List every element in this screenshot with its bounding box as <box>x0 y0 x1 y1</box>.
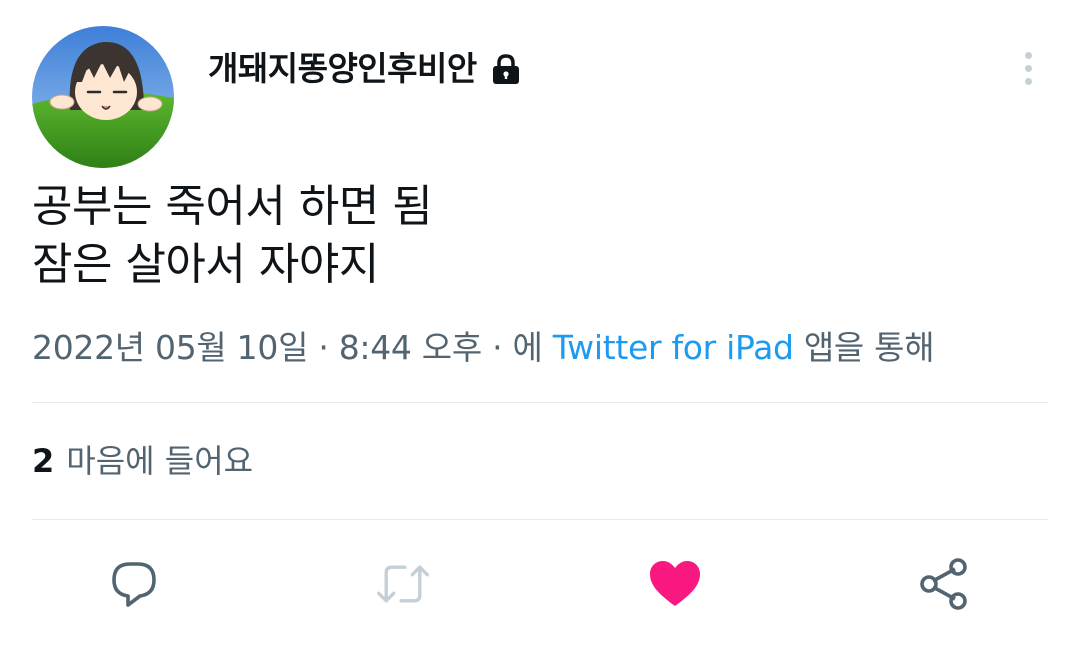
retweet-icon <box>377 565 429 603</box>
author-header[interactable]: 개돼지똥양인후비안 <box>208 48 523 90</box>
share-button[interactable] <box>916 556 972 612</box>
tweet-date[interactable]: 2022년 05월 10일 <box>32 328 308 367</box>
tweet-text-line: 공부는 죽어서 하면 됨 <box>32 181 433 232</box>
tweet-time[interactable]: 8:44 오후 <box>339 328 483 367</box>
like-button[interactable] <box>647 556 703 612</box>
divider <box>32 402 1048 403</box>
tweet-text-line: 잠은 살아서 자야지 <box>32 239 379 290</box>
more-icon-dot <box>1024 77 1032 85</box>
tweet-meta: 2022년 05월 10일 · 8:44 오후 · 에 Twitter for … <box>32 326 935 370</box>
retweet-button[interactable] <box>375 556 431 612</box>
tweet-text: 공부는 죽어서 하면 됨 잠은 살아서 자야지 <box>32 178 1032 294</box>
source-link[interactable]: Twitter for iPad <box>553 328 794 367</box>
meta-separator: · <box>481 328 513 367</box>
heart-icon <box>650 561 700 606</box>
more-icon-dot <box>1024 51 1032 59</box>
reply-icon <box>112 562 156 607</box>
likes-stat[interactable]: 2 마음에 들어요 <box>32 440 253 482</box>
avatar-image <box>32 26 174 168</box>
lock-icon <box>489 52 523 86</box>
more-options-button[interactable] <box>1008 46 1048 90</box>
display-name[interactable]: 개돼지똥양인후비안 <box>208 48 477 90</box>
likes-count: 2 <box>32 442 55 480</box>
source-suffix: 앱을 통해 <box>793 328 935 367</box>
likes-label: 마음에 들어요 <box>66 442 254 480</box>
reply-button[interactable] <box>106 556 162 612</box>
avatar[interactable] <box>32 26 174 168</box>
source-prefix: 에 <box>512 328 553 367</box>
share-icon <box>920 558 967 610</box>
more-icon-dot <box>1024 64 1032 72</box>
meta-separator: · <box>308 328 339 367</box>
divider <box>32 519 1048 520</box>
